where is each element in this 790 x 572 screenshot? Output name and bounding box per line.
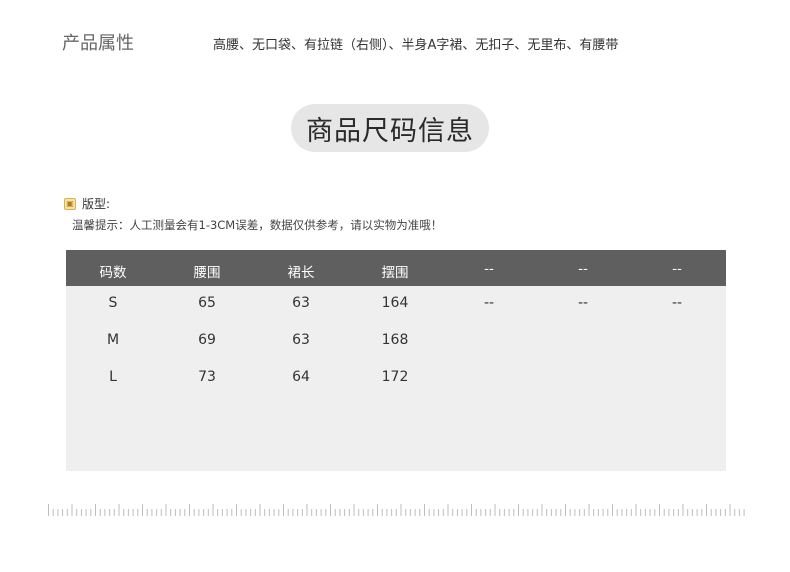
image-icon: ▣	[64, 197, 76, 210]
header-cell-empty-3: --	[672, 261, 682, 277]
header-cell-size: 码数	[99, 265, 127, 281]
table-cell: --	[577, 295, 589, 311]
table-cell: S	[108, 295, 118, 311]
size-table: 码数 腰围 裙长 摆围 -- -- -- S 65 63 164 -- -- -…	[66, 250, 726, 471]
header-cell-length: 裙长	[287, 265, 315, 281]
measurement-tip: 温馨提示：人工测量会有1-3CM误差，数据仅供参考，请以实物为准哦！	[72, 218, 443, 232]
fit-label: 版型:	[82, 197, 111, 211]
table-row: M 69 63 168	[66, 323, 726, 360]
header-cell-waist: 腰围	[193, 265, 221, 281]
table-cell: 172	[381, 369, 409, 385]
table-row: L 73 64 172	[66, 360, 726, 397]
table-row: S 65 63 164 -- -- --	[66, 286, 726, 323]
attributes-label: 产品属性	[62, 33, 134, 54]
header-cell-empty-1: --	[484, 261, 494, 277]
table-cell: --	[671, 295, 683, 311]
ruler-divider	[48, 504, 745, 516]
size-table-header: 码数 腰围 裙长 摆围 -- -- --	[66, 250, 726, 286]
table-cell: 65	[198, 295, 216, 311]
attributes-value: 高腰、无口袋、有拉链（右侧）、半身A字裙、无扣子、无里布、有腰带	[213, 38, 619, 53]
section-title-pill: 商品尺码信息	[291, 104, 489, 152]
table-cell: L	[109, 369, 117, 385]
table-cell: 63	[292, 332, 310, 348]
table-cell: 73	[198, 369, 216, 385]
header-cell-empty-2: --	[578, 261, 588, 277]
table-cell: 69	[198, 332, 216, 348]
fit-row: ▣ 版型:	[64, 195, 110, 212]
header-cell-hem: 摆围	[381, 265, 409, 281]
table-cell: --	[483, 295, 495, 311]
table-cell: M	[106, 332, 120, 348]
section-title: 商品尺码信息	[306, 115, 474, 147]
table-cell: 168	[381, 332, 409, 348]
table-cell: 64	[292, 369, 310, 385]
table-cell: 164	[381, 295, 409, 311]
table-cell: 63	[292, 295, 310, 311]
